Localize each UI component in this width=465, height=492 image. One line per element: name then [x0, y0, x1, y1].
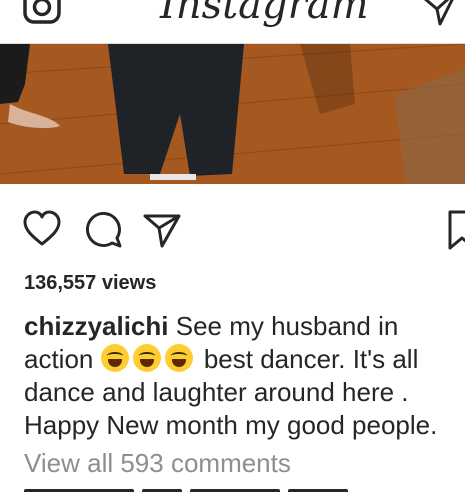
caption-line-1: See my husband in [168, 311, 399, 341]
next-comment-cutoff [24, 484, 464, 492]
top-bar: Instagram [0, 0, 465, 44]
caption-username[interactable]: chizzyalichi [24, 311, 169, 341]
video-frame [0, 44, 465, 184]
view-all-comments-link[interactable]: View all 593 comments [24, 448, 291, 479]
laughing-emoji-icon [132, 344, 161, 372]
laughing-emoji-icon [100, 344, 129, 372]
caption-line-4: Happy New month my good people. [24, 410, 438, 440]
heart-icon[interactable] [22, 208, 62, 252]
bookmark-icon[interactable] [440, 208, 465, 252]
post-media[interactable] [0, 44, 465, 184]
instagram-logo: Instagram [160, 0, 369, 28]
paper-plane-icon[interactable] [420, 0, 460, 28]
caption-line-2-prefix: action [24, 344, 101, 374]
caption-line-2-suffix: best dancer. It's all [196, 344, 419, 374]
paper-plane-icon[interactable] [142, 208, 182, 252]
view-count: 136,557 views [24, 272, 157, 294]
camera-icon[interactable] [22, 0, 62, 26]
caption-line-3: dance and laughter around here . [24, 377, 409, 407]
post-actions [0, 208, 465, 254]
post-caption: chizzyalichi See my husband in action be… [24, 310, 464, 442]
comment-bubble-icon[interactable] [82, 208, 122, 252]
laughing-emoji-icon [164, 344, 193, 372]
